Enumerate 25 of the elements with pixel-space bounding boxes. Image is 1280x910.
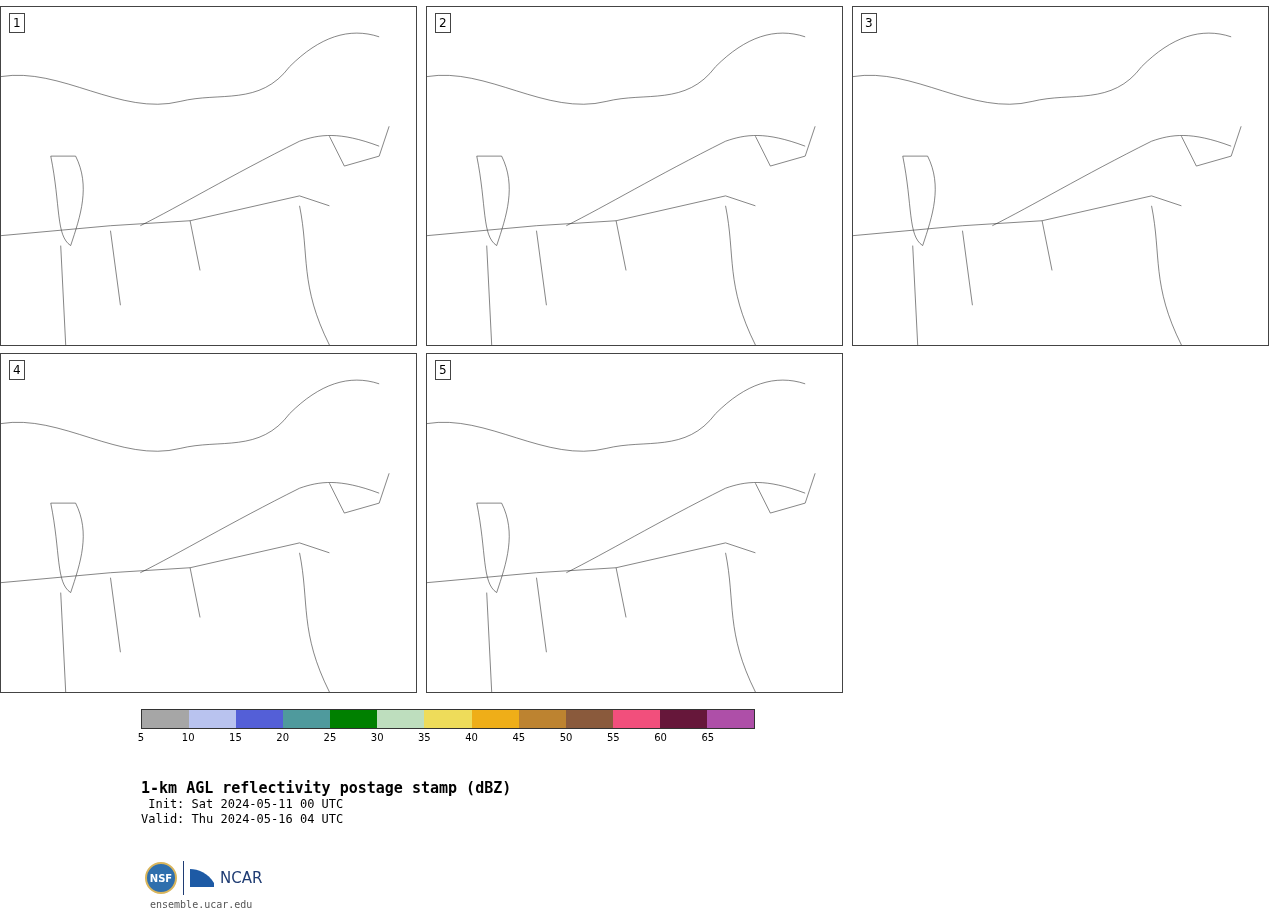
tick-label: 25 (323, 732, 337, 743)
valid-time: Valid: Thu 2024-05-16 04 UTC (141, 812, 344, 827)
init-time: Init: Sat 2024-05-11 00 UTC (147, 797, 344, 812)
tick-label: 65 (701, 732, 715, 743)
tick-label: 55 (606, 732, 620, 743)
ncar-logo-text: NCAR (220, 869, 263, 887)
tick-label: 35 (418, 732, 431, 743)
website-url: ensemble.ucar.edu (150, 899, 253, 910)
tick-label: 50 (559, 732, 573, 743)
panel-number: 1 (9, 13, 25, 33)
tick-label: 60 (654, 732, 667, 743)
tick-label: 30 (370, 732, 384, 743)
wave-icon (190, 869, 214, 887)
tick-label: 5 (137, 732, 145, 743)
panel-number: 3 (861, 13, 877, 33)
tick-label: 15 (229, 732, 242, 743)
panel-number: 2 (435, 13, 451, 33)
panel-number: 4 (9, 360, 25, 380)
nsf-logo: NSF (145, 862, 177, 894)
panel-number: 5 (435, 360, 451, 380)
plot-title: 1-km AGL reflectivity postage stamp (dBZ) (141, 779, 512, 797)
tick-label: 20 (276, 732, 290, 743)
tick-label: 45 (512, 732, 526, 743)
tick-label: 40 (465, 732, 478, 743)
tick-label: 10 (181, 732, 195, 743)
